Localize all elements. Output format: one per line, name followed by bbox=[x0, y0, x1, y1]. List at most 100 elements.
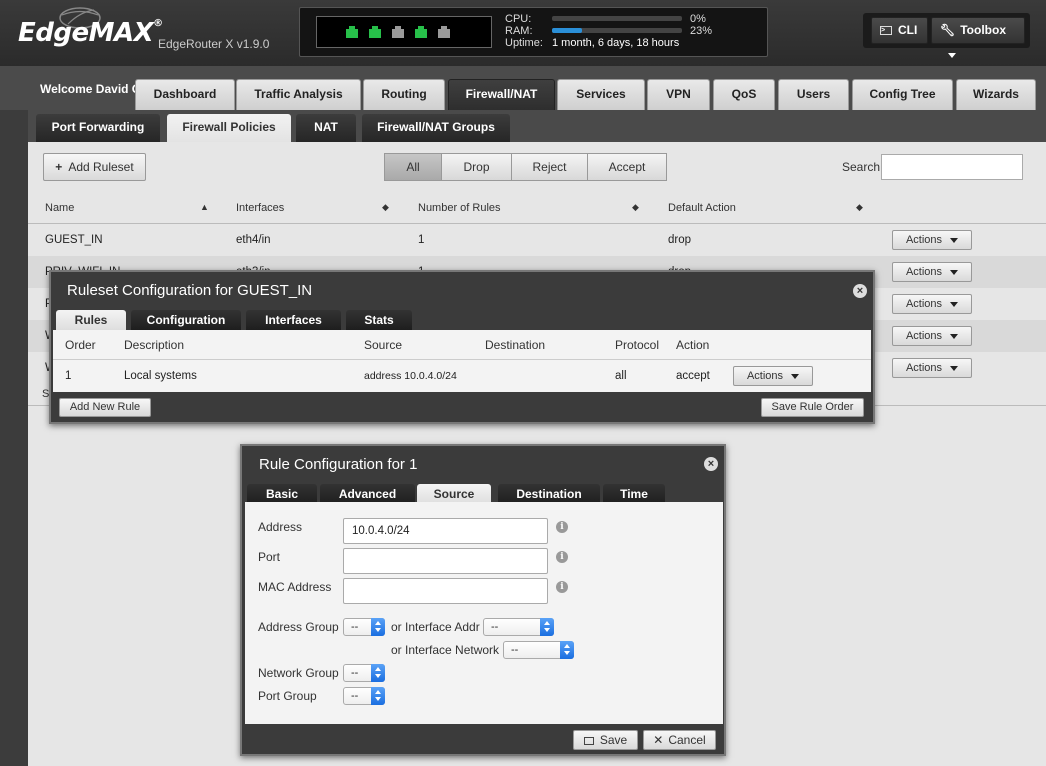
uptime-value: 1 month, 6 days, 18 hours bbox=[552, 37, 680, 49]
dialog-tab-basic[interactable]: Basic bbox=[247, 484, 317, 504]
dialog-tab-configuration[interactable]: Configuration bbox=[131, 310, 241, 330]
rule-actions-button[interactable]: Actions bbox=[733, 366, 813, 386]
subtab-bar: Port Forwarding Firewall Policies NAT Firew… bbox=[28, 110, 1046, 142]
port-3-indicator bbox=[392, 26, 404, 38]
close-icon[interactable]: × bbox=[704, 457, 718, 471]
nav-tab-services[interactable]: Services bbox=[557, 79, 645, 110]
info-icon[interactable]: i bbox=[556, 581, 568, 593]
interface-addr-label: or Interface Addr bbox=[391, 620, 480, 634]
ram-value: 23% bbox=[690, 25, 713, 37]
ruleset-config-dialog: Ruleset Configuration for GUEST_IN × Rul… bbox=[49, 270, 875, 424]
rule-order: 1 bbox=[65, 370, 72, 382]
network-group-select[interactable]: -- bbox=[343, 664, 385, 682]
close-icon[interactable]: × bbox=[853, 284, 867, 298]
dialog-tab-destination[interactable]: Destination bbox=[498, 484, 600, 504]
chevron-down-icon bbox=[950, 237, 959, 243]
address-input[interactable]: 10.0.4.0/24 bbox=[343, 518, 548, 544]
nav-tab-firewall-nat[interactable]: Firewall/NAT bbox=[448, 79, 555, 110]
sort-asc-icon[interactable]: ▲ bbox=[200, 202, 209, 212]
col-header-rules[interactable]: Number of Rules bbox=[418, 202, 501, 214]
uptime-label: Uptime: bbox=[505, 37, 543, 49]
interface-network-select[interactable]: -- bbox=[503, 641, 574, 659]
dialog-tab-rules[interactable]: Rules bbox=[56, 310, 126, 330]
col-header-name[interactable]: Name bbox=[45, 202, 74, 214]
add-new-rule-button[interactable]: Add New Rule bbox=[59, 398, 151, 417]
nav-tab-dashboard[interactable]: Dashboard bbox=[135, 79, 235, 110]
col-header-source: Source bbox=[364, 338, 403, 352]
col-header-interfaces[interactable]: Interfaces bbox=[236, 202, 284, 214]
chevron-down-icon bbox=[950, 269, 959, 275]
ruleset-name: GUEST_IN bbox=[45, 234, 103, 246]
cpu-value: 0% bbox=[690, 13, 706, 25]
nav-tab-qos[interactable]: QoS bbox=[713, 79, 775, 110]
ruleset-interfaces: eth4/in bbox=[236, 234, 271, 246]
status-panel: CPU: 0% RAM: 23% Uptime: 1 month, 6 days… bbox=[299, 7, 768, 57]
port-group-select[interactable]: -- bbox=[343, 687, 385, 705]
filter-all-button[interactable]: All bbox=[384, 153, 442, 181]
subtab-port-forwarding[interactable]: Port Forwarding bbox=[36, 114, 160, 142]
table-row[interactable]: 1 Local systems address 10.0.4.0/24 all … bbox=[53, 361, 871, 392]
table-row[interactable]: GUEST_IN eth4/in 1 drop Actions bbox=[28, 224, 1046, 256]
ram-bar bbox=[552, 28, 682, 33]
router-model: EdgeRouter X v1.9.0 bbox=[158, 37, 270, 51]
save-button[interactable]: Save bbox=[573, 730, 638, 750]
address-group-select[interactable]: -- bbox=[343, 618, 385, 636]
port-status-display bbox=[316, 16, 492, 48]
col-header-protocol: Protocol bbox=[615, 338, 660, 352]
ruleset-actions-button[interactable]: Actions bbox=[892, 230, 972, 250]
filter-drop-button[interactable]: Drop bbox=[441, 153, 512, 181]
nav-tab-traffic-analysis[interactable]: Traffic Analysis bbox=[236, 79, 361, 110]
ruleset-actions-button[interactable]: Actions bbox=[892, 294, 972, 314]
dialog-title: Ruleset Configuration for GUEST_IN bbox=[67, 282, 313, 299]
rule-protocol: all bbox=[615, 370, 627, 382]
ruleset-actions-button[interactable]: Actions bbox=[892, 358, 972, 378]
port-5-indicator bbox=[438, 26, 450, 38]
filter-accept-button[interactable]: Accept bbox=[587, 153, 667, 181]
nav-tab-users[interactable]: Users bbox=[778, 79, 849, 110]
nav-tab-vpn[interactable]: VPN bbox=[647, 79, 710, 110]
info-icon[interactable]: i bbox=[556, 551, 568, 563]
subtab-firewall-nat-groups[interactable]: Firewall/NAT Groups bbox=[362, 114, 510, 142]
nav-tab-config-tree[interactable]: Config Tree bbox=[852, 79, 953, 110]
cli-button[interactable]: > CLI bbox=[871, 17, 928, 44]
nav-tab-wizards[interactable]: Wizards bbox=[956, 79, 1036, 110]
dialog-title: Rule Configuration for 1 bbox=[259, 456, 418, 473]
save-rule-order-button[interactable]: Save Rule Order bbox=[761, 398, 864, 417]
dialog-tab-advanced[interactable]: Advanced bbox=[320, 484, 415, 504]
add-ruleset-button[interactable]: + Add Ruleset bbox=[43, 153, 146, 181]
header-button-group: > CLI 🔧︎ Toolbox bbox=[863, 13, 1030, 59]
sort-icon[interactable]: ◆ bbox=[632, 202, 639, 213]
mac-address-input[interactable] bbox=[343, 578, 548, 604]
chevron-down-icon bbox=[950, 301, 959, 307]
rule-action: accept bbox=[676, 370, 710, 382]
port-2-indicator bbox=[369, 26, 381, 38]
interface-addr-select[interactable]: -- bbox=[483, 618, 554, 636]
col-header-default-action[interactable]: Default Action bbox=[668, 202, 736, 214]
ruleset-actions-button[interactable]: Actions bbox=[892, 326, 972, 346]
network-group-label: Network Group bbox=[258, 666, 339, 680]
subtab-firewall-policies[interactable]: Firewall Policies bbox=[167, 114, 291, 142]
ruleset-actions-button[interactable]: Actions bbox=[892, 262, 972, 282]
search-input[interactable] bbox=[881, 154, 1023, 180]
close-x-icon: ✕ bbox=[653, 733, 664, 747]
port-input[interactable] bbox=[343, 548, 548, 574]
subtab-nat[interactable]: NAT bbox=[296, 114, 356, 142]
nav-tab-routing[interactable]: Routing bbox=[363, 79, 445, 110]
rules-table: Order Description Source Destination Pro… bbox=[53, 330, 871, 392]
filter-reject-button[interactable]: Reject bbox=[511, 153, 588, 181]
toolbox-button[interactable]: 🔧︎ Toolbox bbox=[931, 17, 1025, 59]
dialog-tab-stats[interactable]: Stats bbox=[346, 310, 412, 330]
ram-label: RAM: bbox=[505, 25, 533, 37]
cancel-button[interactable]: ✕ Cancel bbox=[643, 730, 716, 750]
chevron-down-icon bbox=[950, 333, 959, 339]
info-icon[interactable]: i bbox=[556, 521, 568, 533]
logo: EdgeMAX® bbox=[18, 18, 163, 48]
address-group-label: Address Group bbox=[258, 620, 339, 634]
dialog-tab-source[interactable]: Source bbox=[417, 484, 491, 504]
dialog-tab-interfaces[interactable]: Interfaces bbox=[246, 310, 341, 330]
mac-address-label: MAC Address bbox=[258, 580, 332, 594]
dialog-tab-time[interactable]: Time bbox=[603, 484, 665, 504]
sort-icon[interactable]: ◆ bbox=[856, 202, 863, 213]
col-header-destination: Destination bbox=[485, 338, 546, 352]
sort-icon[interactable]: ◆ bbox=[382, 202, 389, 213]
